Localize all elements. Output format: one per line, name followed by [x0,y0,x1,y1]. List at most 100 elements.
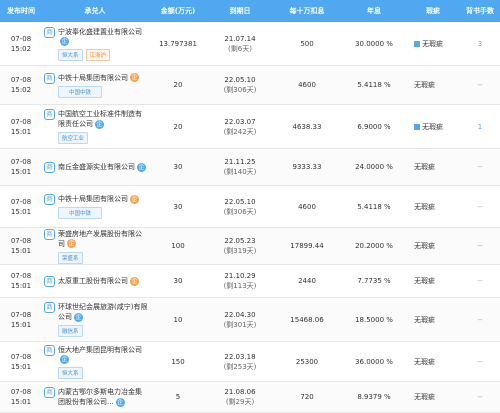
table-row[interactable]: 07-08 15:02 商宁波奉化盛建置业有限公司企 恒大系 江浙沪 13.797381 2… [0,22,500,66]
due-date: 21.07.14 [224,34,256,43]
publish-date: 07-08 [10,237,32,245]
deduct-cell: 25300 [295,357,319,366]
header-due-date[interactable]: 到期日 [208,6,272,16]
publish-time: 15:01 [10,247,32,255]
amount-cell: 20 [173,122,183,131]
deduct-cell: 9333.33 [292,163,322,171]
deduct-cell: 4600 [298,81,316,89]
enterprise-icon: 商 [44,276,55,287]
publish-date: 07-08 [10,352,32,361]
header-deduct-per-100k[interactable]: 每十万扣息 [272,6,342,16]
publish-time-cell: 07-08 15:02 [0,34,42,54]
table-row[interactable]: 07-08 15:02 商中铁十局集团有限公司企中国中铁 20 22.05.10 (剩30… [0,66,500,105]
flaw-cell: 无瑕疵 [406,241,460,251]
flaw-cell: 无瑕疵 [406,276,460,286]
amount-cell: 100 [171,242,185,250]
endorse-count: -- [477,163,483,171]
header-annual-rate[interactable]: 年息 [342,6,406,16]
endorse-count: -- [477,357,483,366]
endorse-count[interactable]: 3 [460,40,500,48]
due-date-cell: 22.03.18 (剩253天) [208,352,272,372]
publish-date: 07-08 [10,117,32,126]
publish-date: 07-08 [10,34,32,43]
flaw-status: 无瑕疵 [414,242,435,250]
due-date: 22.03.18 [224,352,256,361]
annual-rate-cell: 6.9000 % [357,122,391,131]
acceptor-name[interactable]: 南丘金盛源实业有限公司 [58,163,135,171]
publish-time: 15:01 [10,127,32,136]
endorse-count: -- [477,242,483,250]
enterprise-badge-icon[interactable]: 企 [67,239,76,248]
acceptor-name[interactable]: 宁波奉化盛建置业有限公司 [58,28,142,36]
flaw-status: 无瑕疵 [422,39,443,48]
company-tag: 中国中铁 [58,85,103,98]
days-remaining: (剩253天) [223,362,257,371]
publish-date: 07-08 [10,158,32,166]
enterprise-badge-icon[interactable]: 企 [60,354,69,364]
publish-time: 15:01 [10,207,32,216]
header-publish-time[interactable]: 发布时间 [0,6,42,16]
table-row[interactable]: 07-08 15:01 商太原重工股份有限公司企 30 21.10.29 (剩113天) 2… [0,265,500,298]
flaw-status: 无瑕疵 [422,122,443,131]
days-remaining: (剩113天) [223,282,257,290]
company-tag: 江浙沪 [85,48,111,61]
acceptor-name[interactable]: 太原重工股份有限公司 [58,277,128,285]
flaw-cell: 无瑕疵 [406,357,460,367]
bond-icon [414,123,420,130]
due-date-cell: 21.11.25 (剩140天) [208,157,272,177]
acceptor-name[interactable]: 内蒙古鄂尔多斯电力冶金集团股份有限公司... [58,388,142,406]
enterprise-badge-icon[interactable]: 企 [130,276,139,286]
table-row[interactable]: 07-08 15:01 商恒大地产集团昆明有限公司企 恒大系 150 22.03.18 (剩… [0,342,500,382]
acceptor-cell: 商宁波奉化盛建置业有限公司企 恒大系 江浙沪 [42,26,148,61]
acceptor-name[interactable]: 中铁十局集团有限公司 [58,74,128,82]
amount-cell: 10 [173,315,183,324]
enterprise-badge-icon[interactable]: 企 [130,194,139,204]
enterprise-badge-icon[interactable]: 企 [137,162,146,172]
table-row[interactable]: 07-08 15:01 商内蒙古鄂尔多斯电力冶金集团股份有限公司... 企 5 21.08… [0,382,500,413]
days-remaining: (剩6天) [228,44,252,53]
header-flaw[interactable]: 瑕疵 [406,6,460,16]
annual-rate-cell: 36.0000 % [355,357,393,366]
due-date: 22.03.07 [224,117,256,126]
due-date: 22.05.10 [224,76,256,84]
enterprise-icon: 商 [44,387,55,398]
acceptor-cell: 商中国航空工业标准件制造有限责任公司企航空工业 [42,109,148,144]
enterprise-badge-icon[interactable]: 企 [115,397,125,407]
endorse-count[interactable]: 1 [460,123,500,131]
table-body: 07-08 15:02 商宁波奉化盛建置业有限公司企 恒大系 江浙沪 13.797381 2… [0,22,500,413]
enterprise-badge-icon[interactable]: 企 [74,312,83,322]
publish-date: 07-08 [10,76,32,84]
table-row[interactable]: 07-08 15:01 商中国航空工业标准件制造有限责任公司企航空工业 20 22.03… [0,105,500,149]
table-row[interactable]: 07-08 15:01 商南丘金盛源实业有限公司企 30 21.11.25 (剩140天)… [0,149,500,186]
publish-time-cell: 07-08 15:01 [0,310,42,330]
company-tag: 融信系 [58,325,83,337]
company-tags: 中国中铁 [58,207,148,219]
enterprise-badge-icon[interactable]: 企 [60,36,69,46]
due-date: 21.10.29 [224,272,256,280]
days-remaining: (剩301天) [223,320,257,329]
acceptor-name[interactable]: 环球世纪会展旅游(咸宁)有限公司 [58,303,147,321]
publish-date: 07-08 [10,388,32,396]
annual-rate-cell: 24.0000 % [355,163,393,171]
acceptor-cell: 商中铁十局集团有限公司企中国中铁 [42,72,148,98]
due-date-cell: 22.05.23 (剩319天) [208,236,272,256]
enterprise-badge-icon[interactable]: 企 [95,119,104,129]
amount-cell: 150 [171,357,185,366]
header-amount[interactable]: 金额(万元) [148,6,208,16]
publish-time-cell: 07-08 15:01 [0,387,42,407]
due-date-cell: 21.08.06 (剩29天) [208,387,272,407]
acceptor-name[interactable]: 恒大地产集团昆明有限公司 [58,346,142,354]
due-date: 22.05.23 [224,237,256,245]
table-row[interactable]: 07-08 15:01 商环球世纪会展旅游(咸宁)有限公司企融信系 10 22.04.3… [0,298,500,342]
enterprise-badge-icon[interactable]: 企 [130,73,139,82]
table-row[interactable]: 07-08 15:01 商荣盛房地产发展股份有限公司企荣盛系 100 22.05.23(… [0,228,500,265]
publish-time: 15:02 [10,44,32,53]
header-endorse-count[interactable]: 背书手数 [460,6,500,16]
acceptor-cell: 商内蒙古鄂尔多斯电力冶金集团股份有限公司... 企 [42,387,148,407]
flaw-status: 无瑕疵 [414,202,435,211]
table-row[interactable]: 07-08 15:01 商中铁十局集团有限公司企中国中铁 30 22.05.10 (剩30… [0,186,500,228]
deduct-cell: 2440 [298,277,316,285]
acceptor-name[interactable]: 中铁十局集团有限公司 [58,195,128,203]
header-acceptor[interactable]: 承兑人 [42,6,148,16]
publish-date: 07-08 [10,272,32,280]
